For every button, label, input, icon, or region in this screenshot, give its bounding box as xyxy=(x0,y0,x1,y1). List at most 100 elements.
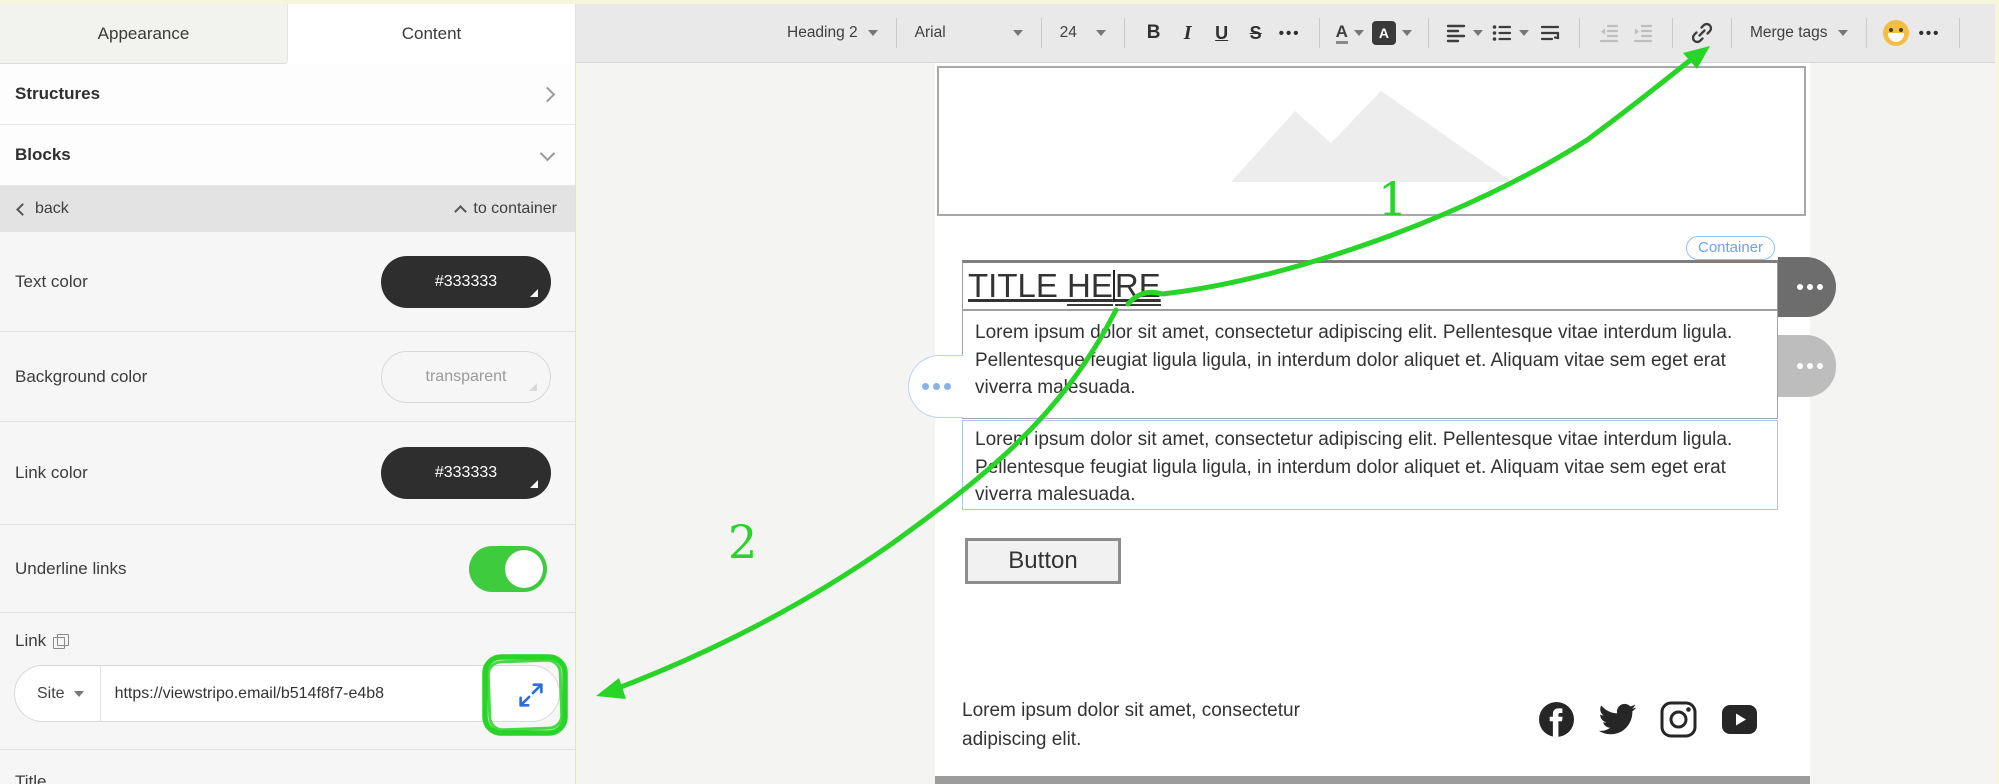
font-family-dropdown[interactable]: Arial xyxy=(909,24,1029,42)
title-label: Title xyxy=(15,772,47,784)
emoji-icon xyxy=(1883,20,1909,46)
list-dropdown[interactable] xyxy=(1487,22,1533,44)
tab-appearance[interactable]: Appearance xyxy=(0,4,288,64)
color-corner-icon xyxy=(530,289,538,297)
link-input-group: Site https://viewstripo.email/b514f8f7-e… xyxy=(14,665,560,722)
strikethrough-button[interactable]: S xyxy=(1239,16,1273,50)
outdent-button[interactable] xyxy=(1592,16,1626,50)
background-color-row: Background color transparent xyxy=(0,332,575,422)
dropdown-caret-icon xyxy=(1096,30,1106,36)
heading-style-dropdown[interactable]: Heading 2 xyxy=(781,24,884,42)
background-color-value: transparent xyxy=(426,368,507,386)
youtube-icon[interactable] xyxy=(1719,699,1760,740)
settings-sidebar: Appearance Content Structures Blocks bac… xyxy=(0,4,576,784)
toolbar-more-button[interactable]: ••• xyxy=(1913,16,1947,50)
image-placeholder-icon xyxy=(1231,87,1512,183)
link-expand-button[interactable] xyxy=(509,673,552,716)
link-chain-icon xyxy=(1689,20,1715,46)
twitter-icon[interactable] xyxy=(1597,699,1638,740)
underline-links-row: Underline links xyxy=(0,525,575,613)
link-color-value: #333333 xyxy=(435,464,497,482)
font-color-icon: A xyxy=(1336,23,1348,44)
footer-text[interactable]: Lorem ipsum dolor sit amet, consectetur … xyxy=(962,696,1332,754)
sidebar-item-blocks[interactable]: Blocks xyxy=(0,125,575,186)
highlight-color-button[interactable]: A xyxy=(1368,21,1416,45)
dropdown-caret-icon xyxy=(1838,30,1848,36)
text-format-toolbar: Heading 2 Arial 24 B I U S ••• A A xyxy=(576,4,1995,63)
facebook-icon[interactable] xyxy=(1536,699,1577,740)
font-color-button[interactable]: A xyxy=(1332,23,1368,44)
link-label: Link xyxy=(15,631,46,651)
link-url-input[interactable]: https://viewstripo.email/b514f8f7-e4b8 xyxy=(115,685,559,703)
font-size-dropdown[interactable]: 24 xyxy=(1054,24,1112,42)
title-row: Title xyxy=(0,750,575,784)
structures-label: Structures xyxy=(15,84,100,104)
highlight-color-icon: A xyxy=(1372,21,1396,45)
link-color-row: Link color #333333 xyxy=(0,422,575,525)
emoji-button[interactable] xyxy=(1879,16,1913,50)
title-part1: TITLE xyxy=(968,267,1067,304)
copy-icon[interactable] xyxy=(53,634,67,648)
sidebar-item-structures[interactable]: Structures xyxy=(0,64,575,125)
to-container-button[interactable]: to container xyxy=(456,200,557,218)
link-color-picker[interactable]: #333333 xyxy=(381,447,551,499)
insert-link-button[interactable] xyxy=(1685,16,1719,50)
title-text-block[interactable]: TITLE HERE xyxy=(962,260,1778,310)
to-container-label: to container xyxy=(473,200,557,218)
tab-content[interactable]: Content xyxy=(288,4,575,64)
underline-links-toggle[interactable] xyxy=(469,546,547,592)
email-canvas: Container TITLE HERE Lorem ipsum dolor s… xyxy=(935,63,1810,776)
font-family-value: Arial xyxy=(915,24,946,42)
blocks-label: Blocks xyxy=(15,145,71,165)
link-type-value: Site xyxy=(37,685,65,703)
back-label: back xyxy=(35,200,69,218)
next-structure-edge xyxy=(935,776,1810,784)
dropdown-caret-icon xyxy=(1519,30,1529,36)
merge-tags-dropdown[interactable]: Merge tags xyxy=(1744,24,1854,42)
title-re: RE xyxy=(1115,267,1161,306)
paragraph-block-1[interactable]: Lorem ipsum dolor sit amet, consectetur … xyxy=(962,310,1778,419)
instagram-icon[interactable] xyxy=(1658,699,1699,740)
footer-block: Lorem ipsum dolor sit amet, consectetur … xyxy=(935,683,1810,763)
paragraph-block-2[interactable]: Lorem ipsum dolor sit amet, consectetur … xyxy=(962,420,1778,510)
bold-button[interactable]: B xyxy=(1137,16,1171,50)
italic-button[interactable]: I xyxy=(1171,16,1205,50)
background-color-picker[interactable]: transparent xyxy=(381,351,551,403)
link-type-dropdown[interactable]: Site xyxy=(15,666,101,721)
text-color-label: Text color xyxy=(15,272,88,292)
more-text-styles-button[interactable]: ••• xyxy=(1273,16,1307,50)
underline-button[interactable]: U xyxy=(1205,16,1239,50)
heading-style-value: Heading 2 xyxy=(787,24,858,42)
breadcrumb-bar: back to container xyxy=(0,186,575,232)
line-spacing-button[interactable] xyxy=(1533,16,1567,50)
text-color-row: Text color #333333 xyxy=(0,232,575,332)
dropdown-caret-icon xyxy=(868,30,878,36)
chevron-down-icon xyxy=(540,145,556,161)
bullet-list-icon xyxy=(1491,22,1513,44)
indent-button[interactable] xyxy=(1626,16,1660,50)
link-color-label: Link color xyxy=(15,463,88,483)
back-button[interactable]: back xyxy=(18,200,69,218)
text-color-picker[interactable]: #333333 xyxy=(381,256,551,308)
dropdown-caret-icon xyxy=(1354,30,1364,36)
text-color-value: #333333 xyxy=(435,273,497,291)
expand-arrows-icon xyxy=(515,679,547,711)
color-corner-icon xyxy=(529,383,537,391)
link-row: Link Site https://viewstripo.email/b514f… xyxy=(0,613,575,750)
underline-links-label: Underline links xyxy=(15,559,127,579)
paragraph-block-menu-handle[interactable] xyxy=(1778,335,1836,397)
title-block-menu-handle[interactable] xyxy=(1778,257,1836,317)
outdent-icon xyxy=(1598,22,1620,44)
container-badge: Container xyxy=(1686,236,1775,260)
font-size-value: 24 xyxy=(1060,24,1077,42)
email-button-block[interactable]: Button xyxy=(965,538,1121,584)
chevron-left-icon xyxy=(16,203,29,216)
image-placeholder-block[interactable] xyxy=(937,66,1806,216)
dropdown-caret-icon xyxy=(1402,30,1412,36)
background-color-label: Background color xyxy=(15,367,147,387)
container-options-handle[interactable] xyxy=(908,355,963,418)
align-dropdown[interactable] xyxy=(1441,22,1487,44)
indent-icon xyxy=(1632,22,1654,44)
chevron-right-icon xyxy=(540,86,556,102)
title-he: HE xyxy=(1067,267,1113,306)
